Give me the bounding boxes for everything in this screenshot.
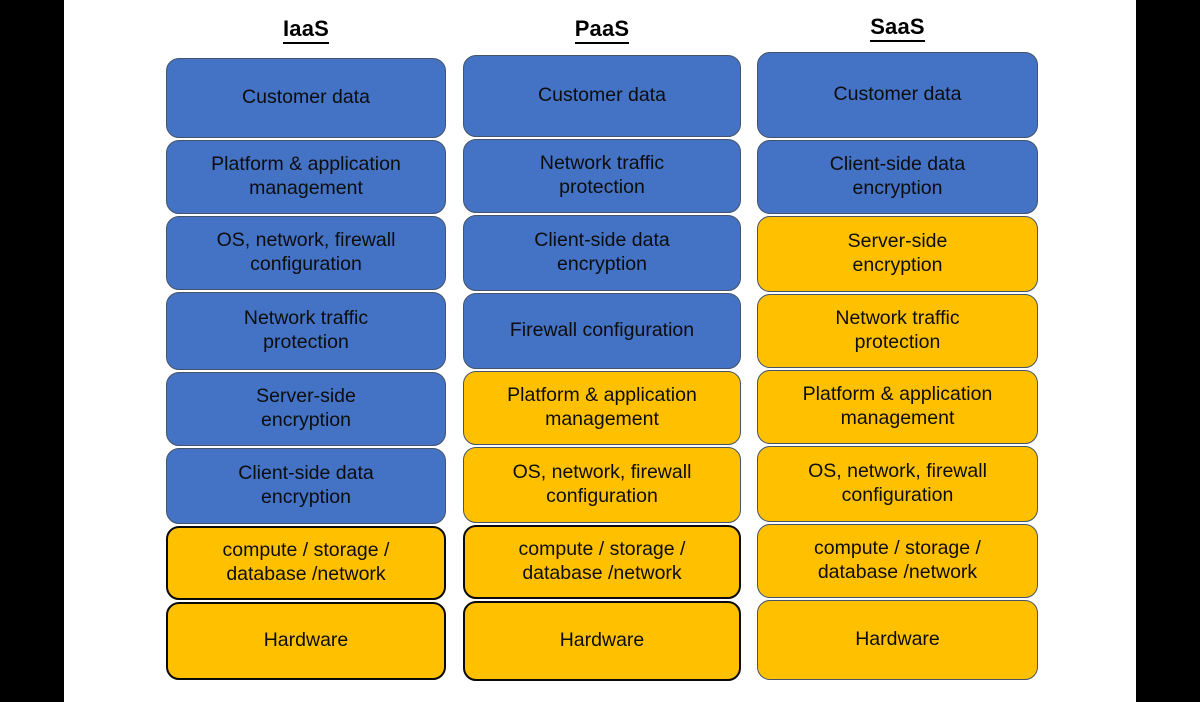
layer-label: Firewall configuration bbox=[509, 319, 695, 342]
layer-box[interactable]: Customer data bbox=[463, 55, 741, 137]
layer-box[interactable]: Client-side data encryption bbox=[166, 448, 446, 524]
layer-label: Platform & application management bbox=[211, 153, 401, 199]
layer-label: Hardware bbox=[855, 628, 940, 651]
column-iaas: IaaS Customer data Platform & application … bbox=[166, 0, 446, 702]
layer-box[interactable]: Server-side encryption bbox=[166, 372, 446, 446]
column-title-text: IaaS bbox=[282, 16, 330, 44]
layer-box[interactable]: OS, network, firewall configuration bbox=[757, 446, 1038, 522]
letterbox-bar-right bbox=[1136, 0, 1200, 702]
column-title-text: PaaS bbox=[574, 16, 630, 44]
layer-box[interactable]: Network traffic protection bbox=[166, 292, 446, 370]
layer-label: compute / storage / database /network bbox=[518, 538, 686, 584]
diagram-stage: IaaS Customer data Platform & application … bbox=[64, 0, 1136, 702]
layer-box[interactable]: Hardware bbox=[757, 600, 1038, 680]
layer-box[interactable]: Platform & application management bbox=[166, 140, 446, 214]
layer-label: Customer data bbox=[538, 84, 666, 107]
layer-box[interactable]: Network traffic protection bbox=[463, 139, 741, 213]
layer-box[interactable]: OS, network, firewall configuration bbox=[166, 216, 446, 290]
layer-label: Network traffic protection bbox=[835, 307, 960, 353]
layer-label: Hardware bbox=[263, 629, 349, 652]
layer-box[interactable]: Firewall configuration bbox=[463, 293, 741, 369]
layer-label: Customer data bbox=[833, 83, 962, 106]
layer-label: Platform & application management bbox=[507, 384, 697, 430]
layer-box[interactable]: Customer data bbox=[757, 52, 1038, 138]
column-saas: SaaS Customer data Client-side data encryp… bbox=[757, 0, 1038, 702]
column-title-saas: SaaS bbox=[757, 14, 1038, 42]
layer-label: Server-side encryption bbox=[847, 230, 948, 276]
layer-label: Hardware bbox=[559, 629, 645, 652]
layer-label: Network traffic protection bbox=[243, 307, 369, 353]
layer-box[interactable]: Server-side encryption bbox=[757, 216, 1038, 292]
layer-label: Client-side data encryption bbox=[238, 462, 374, 508]
layer-box[interactable]: Platform & application management bbox=[463, 371, 741, 445]
letterbox-bar-left bbox=[0, 0, 64, 702]
layer-box[interactable]: Client-side data encryption bbox=[757, 140, 1038, 214]
layer-box[interactable]: compute / storage / database /network bbox=[463, 525, 741, 599]
layer-label: Platform & application management bbox=[802, 383, 993, 429]
diagram-canvas: IaaS Customer data Platform & application … bbox=[0, 0, 1200, 702]
layer-label: compute / storage / database /network bbox=[814, 537, 981, 583]
layer-label: Client-side data encryption bbox=[829, 153, 966, 199]
layer-box[interactable]: Client-side data encryption bbox=[463, 215, 741, 291]
layer-box[interactable]: compute / storage / database /network bbox=[757, 524, 1038, 598]
layer-label: Server-side encryption bbox=[256, 385, 356, 431]
layer-box[interactable]: Network traffic protection bbox=[757, 294, 1038, 368]
column-title-paas: PaaS bbox=[463, 16, 741, 44]
layer-box[interactable]: Hardware bbox=[166, 602, 446, 680]
column-paas: PaaS Customer data Network traffic protect… bbox=[463, 0, 741, 702]
layer-label: OS, network, firewall configuration bbox=[512, 461, 692, 507]
layer-label: compute / storage / database /network bbox=[222, 539, 390, 585]
layer-label: OS, network, firewall configuration bbox=[808, 460, 987, 506]
column-title-text: SaaS bbox=[870, 14, 925, 42]
layer-label: Customer data bbox=[242, 86, 370, 109]
layer-box[interactable]: Platform & application management bbox=[757, 370, 1038, 444]
layer-label: Network traffic protection bbox=[539, 152, 665, 198]
layer-box[interactable]: Hardware bbox=[463, 601, 741, 681]
layer-box[interactable]: compute / storage / database /network bbox=[166, 526, 446, 600]
layer-label: OS, network, firewall configuration bbox=[216, 229, 396, 275]
layer-box[interactable]: OS, network, firewall configuration bbox=[463, 447, 741, 523]
layer-box[interactable]: Customer data bbox=[166, 58, 446, 138]
layer-label: Client-side data encryption bbox=[534, 229, 670, 275]
column-title-iaas: IaaS bbox=[166, 16, 446, 44]
